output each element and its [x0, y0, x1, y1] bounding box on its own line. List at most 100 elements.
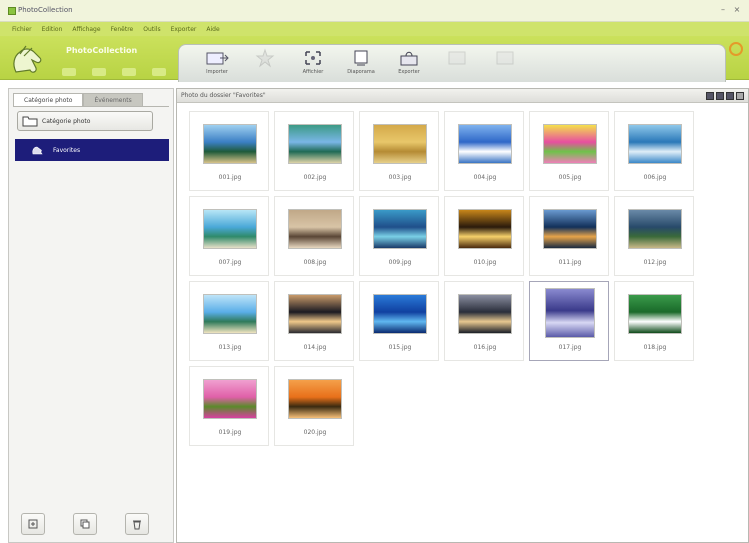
- trash-icon: [133, 520, 141, 530]
- toolbar-slideshow-button[interactable]: Diaporama: [337, 45, 385, 81]
- folder-icon: [22, 116, 38, 127]
- category-button[interactable]: Catégorie photo: [17, 111, 153, 131]
- photo-filename: 001.jpg: [218, 174, 242, 181]
- copy-button[interactable]: [73, 513, 97, 535]
- toolbar-display-button[interactable]: Affichier: [289, 45, 337, 81]
- sub-button-4[interactable]: [152, 68, 166, 76]
- menu-help[interactable]: Aide: [206, 26, 219, 33]
- photo-filename: 019.jpg: [218, 429, 242, 436]
- photo-preview: [288, 294, 342, 334]
- sub-button-1[interactable]: [62, 68, 76, 76]
- toolbar-export-label: Exporter: [398, 69, 420, 75]
- star-icon: [255, 48, 275, 68]
- photo-thumbnail[interactable]: 014.jpg: [274, 281, 354, 361]
- new-folder-button[interactable]: [21, 513, 45, 535]
- menu-edit[interactable]: Edition: [42, 26, 63, 33]
- menu-window[interactable]: Fenêtre: [111, 26, 134, 33]
- thumbnail-grid: 001.jpg 002.jpg 003.jpg 004.jpg 005.jpg 006.j…: [189, 111, 696, 448]
- photo-filename: 013.jpg: [218, 344, 242, 351]
- title-bar: PhotoCollection – ×: [0, 0, 749, 22]
- photo-thumbnail[interactable]: 002.jpg: [274, 111, 354, 191]
- photo-preview: [203, 379, 257, 419]
- menu-bar: Fichier Edition Affichage Fenêtre Outils…: [0, 22, 749, 36]
- toolbar-import-button[interactable]: Importer: [193, 45, 241, 81]
- copy-icon: [80, 519, 90, 529]
- menu-export[interactable]: Exporter: [171, 26, 197, 33]
- toolbar-export-button[interactable]: Exporter: [385, 45, 433, 81]
- photo-filename: 006.jpg: [643, 174, 667, 181]
- left-tabs: Catégorie photo Événements: [13, 93, 143, 106]
- hand-logo-icon: [13, 45, 42, 73]
- left-bottom-buttons: [21, 513, 149, 535]
- photo-thumbnail[interactable]: 006.jpg: [614, 111, 694, 191]
- photo-filename: 016.jpg: [473, 344, 497, 351]
- window-title: PhotoCollection: [18, 6, 73, 14]
- tab-events[interactable]: Événements: [83, 93, 143, 106]
- favorites-folder[interactable]: Favorites: [15, 139, 169, 161]
- photo-preview: [458, 124, 512, 164]
- photo-thumbnail[interactable]: 017.jpg: [529, 281, 609, 361]
- photo-thumbnail[interactable]: 009.jpg: [359, 196, 439, 276]
- toolbar-favorite-button[interactable]: [241, 45, 289, 81]
- photo-thumbnail[interactable]: 008.jpg: [274, 196, 354, 276]
- fullscreen-icon: [305, 51, 321, 65]
- toolbar-slideshow-label: Diaporama: [347, 69, 375, 75]
- app-icon: [8, 7, 16, 15]
- photo-filename: 017.jpg: [558, 344, 582, 351]
- delete-button[interactable]: [125, 513, 149, 535]
- photo-thumbnail[interactable]: 020.jpg: [274, 366, 354, 446]
- toolbar: Importer Affichier Diaporama Exporter: [178, 44, 726, 82]
- photo-panel: Photo du dossier "Favorites" 001.jpg 002.…: [176, 88, 749, 543]
- view-medium-icons-button[interactable]: [716, 92, 724, 100]
- photo-thumbnail[interactable]: 003.jpg: [359, 111, 439, 191]
- photo-preview: [545, 288, 595, 338]
- slideshow-icon: [354, 50, 368, 66]
- photo-filename: 014.jpg: [303, 344, 327, 351]
- favorites-label: Favorites: [53, 146, 81, 154]
- sub-button-2[interactable]: [92, 68, 106, 76]
- photo-filename: 007.jpg: [218, 259, 242, 266]
- photo-thumbnail[interactable]: 018.jpg: [614, 281, 694, 361]
- sub-button-3[interactable]: [122, 68, 136, 76]
- photo-thumbnail[interactable]: 013.jpg: [189, 281, 269, 361]
- menu-tools[interactable]: Outils: [143, 26, 160, 33]
- photo-thumbnail[interactable]: 015.jpg: [359, 281, 439, 361]
- toolbar-blank-button-1[interactable]: [433, 45, 481, 81]
- view-list-button[interactable]: [736, 92, 744, 100]
- photo-thumbnail[interactable]: 004.jpg: [444, 111, 524, 191]
- photo-thumbnail[interactable]: 011.jpg: [529, 196, 609, 276]
- close-button[interactable]: ×: [731, 4, 743, 16]
- photo-thumbnail[interactable]: 001.jpg: [189, 111, 269, 191]
- photo-thumbnail[interactable]: 016.jpg: [444, 281, 524, 361]
- photo-preview: [203, 124, 257, 164]
- photo-filename: 004.jpg: [473, 174, 497, 181]
- tab-category[interactable]: Catégorie photo: [13, 93, 84, 106]
- photo-thumbnail[interactable]: 007.jpg: [189, 196, 269, 276]
- export-icon: [400, 51, 418, 66]
- menu-file[interactable]: Fichier: [12, 26, 32, 33]
- photo-thumbnail[interactable]: 012.jpg: [614, 196, 694, 276]
- menu-view[interactable]: Affichage: [72, 26, 100, 33]
- photo-filename: 009.jpg: [388, 259, 412, 266]
- photo-thumbnail[interactable]: 010.jpg: [444, 196, 524, 276]
- photo-filename: 011.jpg: [558, 259, 582, 266]
- photo-preview: [628, 124, 682, 164]
- minimize-button[interactable]: –: [717, 4, 729, 16]
- photo-thumbnail[interactable]: 019.jpg: [189, 366, 269, 446]
- help-badge-icon[interactable]: [729, 42, 743, 56]
- photo-preview: [628, 294, 682, 334]
- photo-preview: [203, 294, 257, 334]
- photo-preview: [373, 294, 427, 334]
- view-large-icons-button[interactable]: [706, 92, 714, 100]
- view-small-icons-button[interactable]: [726, 92, 734, 100]
- photo-filename: 020.jpg: [303, 429, 327, 436]
- photo-thumbnail[interactable]: 005.jpg: [529, 111, 609, 191]
- toolbar-display-label: Affichier: [302, 69, 324, 75]
- new-folder-icon: [28, 519, 38, 529]
- photo-filename: 003.jpg: [388, 174, 412, 181]
- left-panel: Catégorie photo Événements Catégorie pho…: [8, 88, 174, 543]
- photo-preview: [543, 209, 597, 249]
- toolbar-blank-button-2[interactable]: [481, 45, 529, 81]
- brand-name: PhotoCollection: [66, 46, 138, 55]
- blank-icon: [496, 51, 514, 65]
